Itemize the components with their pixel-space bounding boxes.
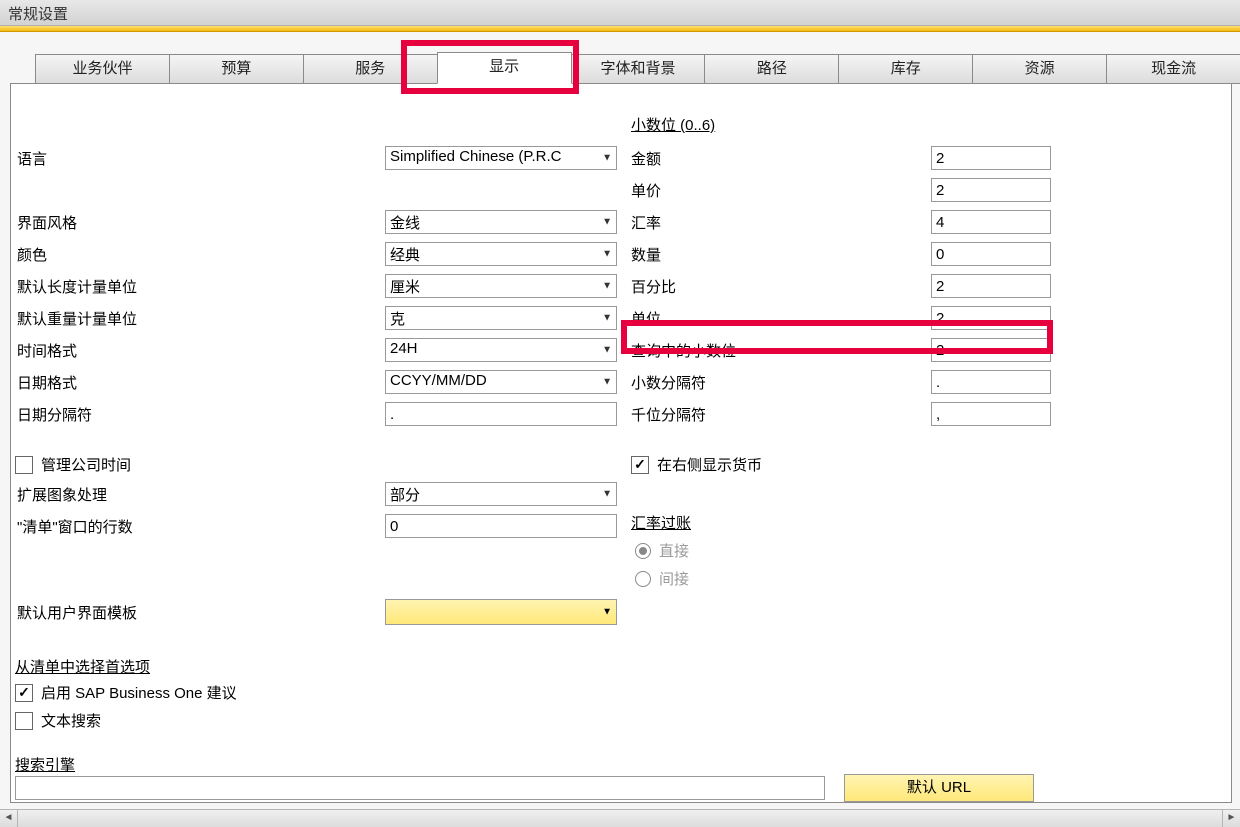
date-format-combo[interactable]: CCYY/MM/DD▼ [385,370,617,394]
enable-sap-suggestion-checkbox[interactable] [15,684,33,702]
dec-rate-label: 汇率 [631,212,931,233]
ui-template-combo[interactable]: ▼ [385,599,617,625]
enable-sap-suggestion-label: 启用 SAP Business One 建议 [41,682,237,703]
dec-price-input[interactable] [931,178,1051,202]
length-unit-label: 默认长度计量单位 [15,276,385,297]
scroll-left-icon[interactable]: ◄ [0,810,18,827]
dec-units-label: 单位 [631,308,931,329]
dec-qty-input[interactable] [931,242,1051,266]
ext-img-combo[interactable]: 部分▼ [385,482,617,506]
ext-img-label: 扩展图象处理 [15,484,385,505]
list-rows-input[interactable] [385,514,617,538]
time-format-label: 时间格式 [15,340,385,361]
length-unit-combo[interactable]: 厘米▼ [385,274,617,298]
tab-cashflow[interactable]: 现金流 [1106,54,1240,84]
radio-direct-label: 直接 [659,540,689,561]
ui-template-label: 默认用户界面模板 [15,602,385,623]
window-title-bar: 常规设置 [0,0,1240,26]
skin-label: 界面风格 [15,212,385,233]
dec-sep-label: 小数分隔符 [631,372,931,393]
date-sep-input[interactable] [385,402,617,426]
search-engine-input[interactable] [15,776,825,800]
radio-indirect[interactable] [635,571,651,587]
dec-units-input[interactable] [931,306,1051,330]
tab-budget[interactable]: 预算 [169,54,304,84]
general-settings-window: 常规设置 业务伙伴 预算 服务 显示 字体和背景 路径 库存 资源 现金流 语言… [0,0,1240,827]
radio-indirect-label: 间接 [659,568,689,589]
dec-pct-input[interactable] [931,274,1051,298]
show-currency-right-label: 在右侧显示货币 [657,454,762,475]
text-search-checkbox[interactable] [15,712,33,730]
weight-unit-label: 默认重量计量单位 [15,308,385,329]
exchange-rate-posting-heading: 汇率过账 [631,512,691,533]
dec-query-input[interactable] [931,338,1051,362]
radio-direct[interactable] [635,543,651,559]
time-format-combo[interactable]: 24H▼ [385,338,617,362]
list-rows-label: "清单"窗口的行数 [15,516,385,537]
chevron-down-icon: ▼ [602,607,612,618]
dec-pct-label: 百分比 [631,276,931,297]
manage-company-time-checkbox[interactable] [15,456,33,474]
accent-strip [0,26,1240,32]
dec-query-label: 查询中的小数位 [631,340,931,361]
chevron-down-icon: ▼ [602,153,612,164]
tab-path[interactable]: 路径 [704,54,839,84]
chevron-down-icon: ▼ [602,249,612,260]
scroll-right-icon[interactable]: ► [1222,810,1240,827]
tab-inventory[interactable]: 库存 [838,54,973,84]
chevron-down-icon: ▼ [602,489,612,500]
search-engine-heading: 搜索引擎 [15,754,75,775]
show-currency-right-checkbox[interactable] [631,456,649,474]
color-combo[interactable]: 经典▼ [385,242,617,266]
display-panel: 语言 Simplified Chinese (P.R.C▼ 界面风格 金线▼ 颜… [10,83,1232,803]
date-format-label: 日期格式 [15,372,385,393]
date-sep-label: 日期分隔符 [15,404,385,425]
weight-unit-combo[interactable]: 克▼ [385,306,617,330]
tab-display[interactable]: 显示 [437,52,572,84]
window-title: 常规设置 [8,6,68,23]
thou-sep-label: 千位分隔符 [631,404,931,425]
dec-rate-input[interactable] [931,210,1051,234]
dec-amount-label: 金额 [631,148,931,169]
chevron-down-icon: ▼ [602,345,612,356]
dec-amount-input[interactable] [931,146,1051,170]
tab-business-partner[interactable]: 业务伙伴 [35,54,170,84]
chevron-down-icon: ▼ [602,217,612,228]
tab-service[interactable]: 服务 [303,54,438,84]
chevron-down-icon: ▼ [602,281,612,292]
manage-company-time-label: 管理公司时间 [41,454,131,475]
thou-sep-input[interactable] [931,402,1051,426]
chevron-down-icon: ▼ [602,377,612,388]
horizontal-scrollbar[interactable]: ◄ ► [0,809,1240,827]
decimals-heading[interactable]: 小数位 (0..6) [631,114,715,135]
chevron-down-icon: ▼ [602,313,612,324]
dec-qty-label: 数量 [631,244,931,265]
default-url-button[interactable]: 默认 URL [844,774,1034,802]
color-label: 颜色 [15,244,385,265]
language-label: 语言 [15,148,385,169]
preferences-heading: 从清单中选择首选项 [15,656,150,677]
tab-bar: 业务伙伴 预算 服务 显示 字体和背景 路径 库存 资源 现金流 [0,54,1240,84]
dec-sep-input[interactable] [931,370,1051,394]
language-combo[interactable]: Simplified Chinese (P.R.C▼ [385,146,617,170]
tab-resource[interactable]: 资源 [972,54,1107,84]
text-search-label: 文本搜索 [41,710,101,731]
tab-font-background[interactable]: 字体和背景 [571,54,706,84]
dec-price-label: 单价 [631,180,931,201]
skin-combo[interactable]: 金线▼ [385,210,617,234]
